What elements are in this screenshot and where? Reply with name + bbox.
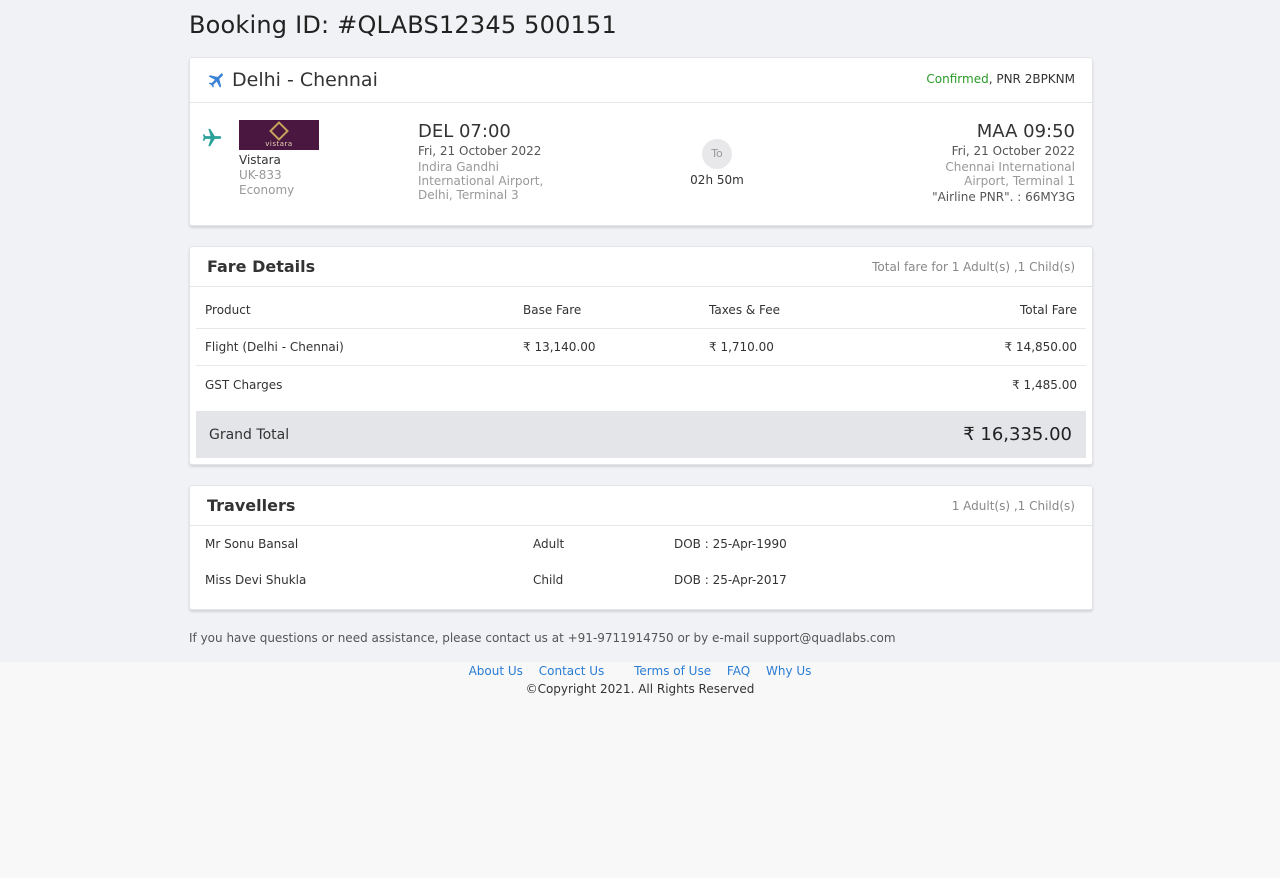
column-header-product: Product xyxy=(205,303,251,317)
footer-link-about[interactable]: About Us xyxy=(469,664,523,678)
fare-details-title: Fare Details xyxy=(207,257,316,276)
grand-total-label: Grand Total xyxy=(209,426,290,443)
table-row: GST Charges ₹ 1,485.00 xyxy=(196,366,1086,403)
route-label: Delhi - Chennai xyxy=(232,69,378,91)
page-body: Booking ID: #QLABS12345 500151 Delhi - C… xyxy=(0,0,1280,662)
cabin-class: Economy xyxy=(239,183,295,197)
footer-link-why-us[interactable]: Why Us xyxy=(766,664,811,678)
fare-product: Flight (Delhi - Chennai) xyxy=(205,340,344,354)
arrival-time: MAA 09:50 xyxy=(976,121,1075,142)
footer-link-terms[interactable]: Terms of Use xyxy=(634,664,711,678)
footer-links: About Us Contact Us Terms of Use FAQ Why… xyxy=(0,663,1280,679)
fare-details-header: Fare Details Total fare for 1 Adult(s) ,… xyxy=(190,247,1092,287)
footer-link-contact[interactable]: Contact Us xyxy=(539,664,605,678)
departure-time: DEL 07:00 xyxy=(418,121,511,142)
airline-info: Vistara UK-833 Economy xyxy=(239,153,294,198)
flight-duration: 02h 50m xyxy=(690,173,744,187)
status-badge: Confirmed xyxy=(926,72,989,86)
list-item: Miss Devi Shukla Child DOB : 25-Apr-2017 xyxy=(190,562,1092,598)
departure-date: Fri, 21 October 2022 xyxy=(418,144,542,158)
flight-number: UK-833 xyxy=(239,168,282,182)
fare-base: ₹ 13,140.00 xyxy=(523,340,596,354)
content-container: Booking ID: #QLABS12345 500151 Delhi - C… xyxy=(189,0,1093,645)
pnr-text: , PNR 2BPKNM xyxy=(988,72,1075,86)
footer-link-faq[interactable]: FAQ xyxy=(727,664,750,678)
traveller-dob: DOB : 25-Apr-2017 xyxy=(674,573,787,587)
fare-tax: ₹ 1,710.00 xyxy=(709,340,774,354)
fare-total: ₹ 14,850.00 xyxy=(1004,340,1077,354)
arrival-airport: Chennai International Airport, Terminal … xyxy=(945,160,1075,188)
copyright: ©Copyright 2021. All Rights Reserved xyxy=(525,682,755,696)
fare-table: Product Base Fare Taxes & Fee Total Fare… xyxy=(196,287,1086,403)
flight-plane-icon xyxy=(201,127,223,153)
help-text: If you have questions or need assistance… xyxy=(189,631,896,645)
grand-total-row: Grand Total ₹ 16,335.00 xyxy=(196,411,1086,458)
airline-logo-text: vistara xyxy=(265,140,293,148)
airplane-icon xyxy=(208,73,223,88)
traveller-type: Adult xyxy=(533,537,565,551)
column-header-total: Total Fare xyxy=(1019,303,1077,317)
traveller-name: Miss Devi Shukla xyxy=(205,573,307,587)
fare-summary: Total fare for 1 Adult(s) ,1 Child(s) xyxy=(872,259,1075,274)
fare-table-header: Product Base Fare Taxes & Fee Total Fare xyxy=(196,287,1086,329)
airline-logo: vistara xyxy=(239,120,319,150)
fare-details-card: Fare Details Total fare for 1 Adult(s) ,… xyxy=(189,246,1093,465)
route: Delhi - Chennai xyxy=(207,69,378,91)
column-header-base-fare: Base Fare xyxy=(523,303,582,317)
airline-logo-mark xyxy=(269,121,289,141)
booking-status: Confirmed, PNR 2BPKNM xyxy=(926,72,1075,86)
footer: About Us Contact Us Terms of Use FAQ Why… xyxy=(0,662,1280,699)
fare-product: GST Charges xyxy=(205,377,283,392)
grand-total-amount: ₹ 16,335.00 xyxy=(963,424,1072,445)
travellers-summary: 1 Adult(s) ,1 Child(s) xyxy=(951,498,1075,513)
traveller-dob: DOB : 25-Apr-1990 xyxy=(674,537,787,551)
departure-airport: Indira Gandhi International Airport, Del… xyxy=(418,160,544,202)
flight-card-header: Delhi - Chennai Confirmed, PNR 2BPKNM xyxy=(190,58,1092,103)
traveller-name: Mr Sonu Bansal xyxy=(205,537,299,551)
fare-total: ₹ 1,485.00 xyxy=(1012,377,1077,392)
table-row: Flight (Delhi - Chennai) ₹ 13,140.00 ₹ 1… xyxy=(196,329,1086,366)
flight-details: vistara Vistara UK-833 Economy DEL 07:00… xyxy=(190,103,1092,226)
flight-card: Delhi - Chennai Confirmed, PNR 2BPKNM vi… xyxy=(189,57,1093,226)
airline-name: Vistara xyxy=(239,153,281,167)
duration-info: To 02h 50m xyxy=(680,139,754,187)
to-badge: To xyxy=(702,139,732,169)
column-header-taxes: Taxes & Fee xyxy=(709,303,781,317)
traveller-type: Child xyxy=(533,573,564,587)
departure-info: DEL 07:00 Fri, 21 October 2022 Indira Ga… xyxy=(418,121,618,202)
arrival-date: Fri, 21 October 2022 xyxy=(951,144,1075,158)
arrival-info: MAA 09:50 Fri, 21 October 2022 Chennai I… xyxy=(875,121,1075,205)
page-title: Booking ID: #QLABS12345 500151 xyxy=(189,11,617,39)
travellers-header: Travellers 1 Adult(s) ,1 Child(s) xyxy=(190,486,1092,526)
travellers-title: Travellers xyxy=(207,496,296,515)
airline-pnr: "Airline PNR". : 66MY3G xyxy=(932,190,1075,204)
airplane-icon xyxy=(202,128,222,147)
travellers-card: Travellers 1 Adult(s) ,1 Child(s) Mr Son… xyxy=(189,485,1093,610)
list-item: Mr Sonu Bansal Adult DOB : 25-Apr-1990 xyxy=(190,526,1092,562)
